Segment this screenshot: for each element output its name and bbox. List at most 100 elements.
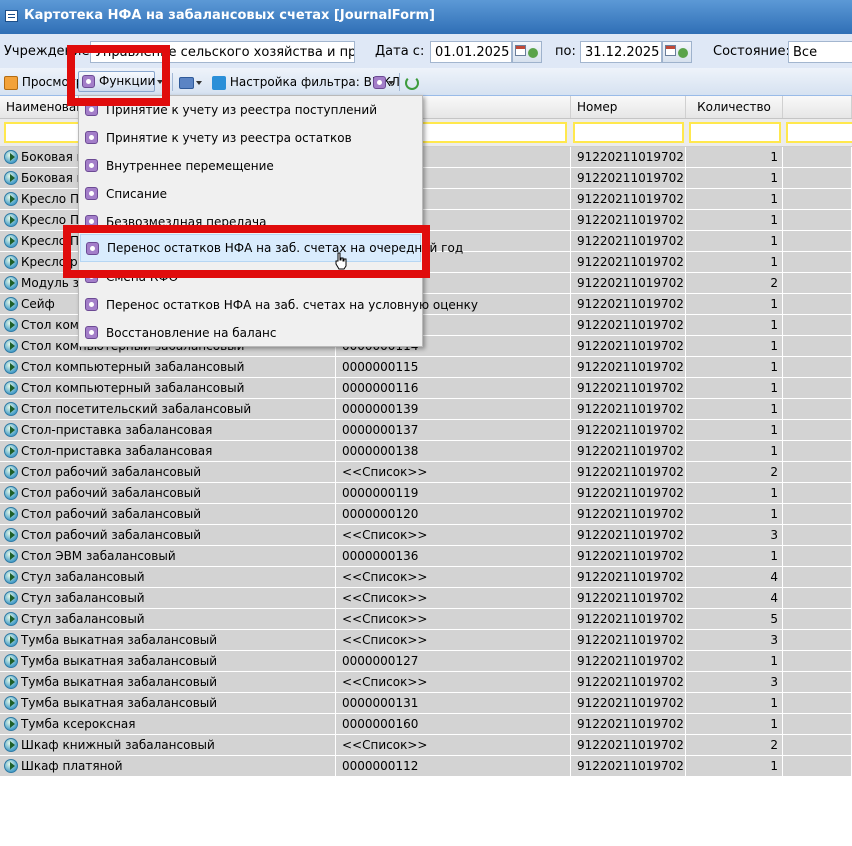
cell-number: 912202110197021 — [571, 273, 686, 293]
open-record-icon[interactable] — [4, 675, 18, 689]
open-record-icon[interactable] — [4, 591, 18, 605]
column-header-number[interactable]: Номер — [571, 96, 686, 118]
open-record-icon[interactable] — [4, 486, 18, 500]
column-header-quantity[interactable]: Количество — [686, 96, 783, 118]
table-row[interactable]: Стол компьютерный забалансовый 0000000115… — [0, 357, 852, 378]
cell-name: Тумба выкатная забалансовый — [0, 672, 336, 692]
open-record-icon[interactable] — [4, 402, 18, 416]
open-record-icon[interactable] — [4, 213, 18, 227]
open-record-icon[interactable] — [4, 255, 18, 269]
open-record-icon[interactable] — [4, 381, 18, 395]
cell-extra — [783, 756, 852, 776]
table-row[interactable]: Стол ЭВМ забалансовый 0000000136 912202110… — [0, 546, 852, 567]
table-row[interactable]: Стол-приставка забалансовая 0000000138 912… — [0, 441, 852, 462]
open-record-icon[interactable] — [4, 360, 18, 374]
chevron-down-icon — [388, 80, 394, 85]
cell-extra — [783, 399, 852, 419]
cell-extra — [783, 336, 852, 356]
cell-name-text: Стол-приставка забалансовая — [21, 444, 213, 458]
toolbar-separator — [399, 73, 400, 91]
open-record-icon[interactable] — [4, 276, 18, 290]
table-row[interactable]: Тумба выкатная забалансовый <<Список>> 912… — [0, 672, 852, 693]
column-header-extra[interactable] — [783, 96, 852, 118]
open-record-icon[interactable] — [4, 612, 18, 626]
cell-quantity: 1 — [686, 147, 783, 167]
table-row[interactable]: Стол-приставка забалансовая 0000000137 912… — [0, 420, 852, 441]
menu-item-8[interactable]: Перенос остатков НФА на заб. счетах на у… — [80, 291, 478, 319]
cell-quantity: 1 — [686, 546, 783, 566]
refresh-button[interactable] — [405, 72, 419, 92]
open-record-icon[interactable] — [4, 318, 18, 332]
table-row[interactable]: Стол компьютерный забалансовый 0000000116… — [0, 378, 852, 399]
table-row[interactable]: Стол рабочий забалансовый <<Список>> 91220… — [0, 525, 852, 546]
settings-dropdown-button[interactable] — [373, 72, 394, 92]
cell-inventory: <<Список>> — [336, 567, 571, 587]
filter-input-extra[interactable] — [786, 122, 852, 143]
cell-name: Тумба выкатная забалансовый — [0, 693, 336, 713]
cell-name-text: Тумба выкатная забалансовый — [21, 696, 218, 710]
open-record-icon[interactable] — [4, 696, 18, 710]
open-record-icon[interactable] — [4, 717, 18, 731]
table-row[interactable]: Тумба ксероксная 0000000160 91220211019702… — [0, 714, 852, 735]
date-from-field[interactable]: 01.01.2025 — [430, 41, 512, 63]
filter-input-number[interactable] — [573, 122, 684, 143]
open-record-icon[interactable] — [4, 465, 18, 479]
cell-quantity: 1 — [686, 441, 783, 461]
open-record-icon[interactable] — [4, 507, 18, 521]
table-row[interactable]: Стол посетительский забалансовый 00000001… — [0, 399, 852, 420]
open-record-icon[interactable] — [4, 444, 18, 458]
print-button[interactable] — [179, 72, 202, 92]
open-record-icon[interactable] — [4, 633, 18, 647]
cell-quantity: 3 — [686, 672, 783, 692]
open-record-icon[interactable] — [4, 339, 18, 353]
open-record-icon[interactable] — [4, 738, 18, 752]
open-record-icon[interactable] — [4, 171, 18, 185]
open-record-icon[interactable] — [4, 192, 18, 206]
table-row[interactable]: Тумба выкатная забалансовый <<Список>> 912… — [0, 630, 852, 651]
menu-item-label: Перенос остатков НФА на заб. счетах на у… — [106, 298, 478, 312]
open-record-icon[interactable] — [4, 654, 18, 668]
table-row[interactable]: Тумба выкатная забалансовый 0000000131 912… — [0, 693, 852, 714]
cell-name-text: Стол рабочий забалансовый — [21, 507, 202, 521]
open-record-icon[interactable] — [4, 549, 18, 563]
menu-item-2[interactable]: Принятие к учету из реестра остатков — [80, 124, 421, 152]
cell-name-text: Тумба выкатная забалансовый — [21, 633, 218, 647]
table-row[interactable]: Стул забалансовый <<Список>> 9122021101970… — [0, 567, 852, 588]
open-record-icon[interactable] — [4, 759, 18, 773]
table-row[interactable]: Стул забалансовый <<Список>> 9122021101970… — [0, 609, 852, 630]
gear-icon — [85, 187, 98, 200]
table-row[interactable]: Стул забалансовый <<Список>> 9122021101970… — [0, 588, 852, 609]
table-row[interactable]: Стол рабочий забалансовый 0000000119 91220… — [0, 483, 852, 504]
menu-item-3[interactable]: Внутреннее перемещение — [80, 152, 421, 180]
menu-item-9[interactable]: Восстановление на баланс — [80, 319, 421, 347]
cell-inventory: 0000000119 — [336, 483, 571, 503]
date-to-picker-button[interactable] — [662, 41, 692, 63]
cell-quantity: 2 — [686, 273, 783, 293]
table-row[interactable]: Стол рабочий забалансовый 0000000120 91220… — [0, 504, 852, 525]
cell-number: 912202110197021 — [571, 336, 686, 356]
open-record-icon[interactable] — [4, 297, 18, 311]
arrow-icon — [528, 48, 538, 58]
cell-name-text: Стол рабочий забалансовый — [21, 486, 202, 500]
table-row[interactable]: Шкаф платяной 0000000112 912202110197021 1 — [0, 756, 852, 777]
filter-settings-button[interactable]: Настройка фильтра: ВЫКЛ — [212, 72, 400, 92]
cell-quantity: 1 — [686, 231, 783, 251]
cell-quantity: 2 — [686, 735, 783, 755]
open-record-icon[interactable] — [4, 150, 18, 164]
table-row[interactable]: Тумба выкатная забалансовый 0000000127 912… — [0, 651, 852, 672]
filter-input-quantity[interactable] — [689, 122, 781, 143]
table-row[interactable]: Шкаф книжный забалансовый <<Список>> 91220… — [0, 735, 852, 756]
open-record-icon[interactable] — [4, 423, 18, 437]
date-from-picker-button[interactable] — [512, 41, 542, 63]
menu-item-4[interactable]: Списание — [80, 180, 421, 208]
cell-quantity: 1 — [686, 168, 783, 188]
state-select[interactable]: Все — [788, 41, 852, 63]
date-to-label: по: — [555, 44, 576, 59]
open-record-icon[interactable] — [4, 234, 18, 248]
date-to-field[interactable]: 31.12.2025 — [580, 41, 662, 63]
cell-inventory: 0000000115 — [336, 357, 571, 377]
table-row[interactable]: Стол рабочий забалансовый <<Список>> 91220… — [0, 462, 852, 483]
cell-quantity: 1 — [686, 504, 783, 524]
open-record-icon[interactable] — [4, 528, 18, 542]
open-record-icon[interactable] — [4, 570, 18, 584]
